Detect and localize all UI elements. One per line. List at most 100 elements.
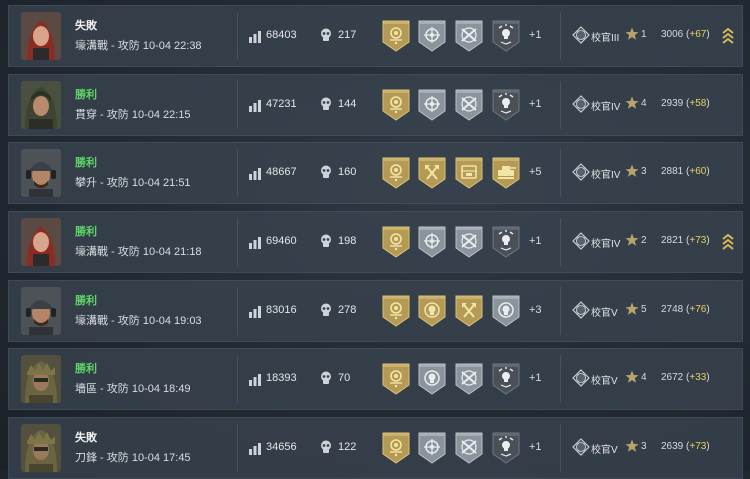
kill-count: 122 (338, 441, 357, 453)
bar-chart-icon (249, 167, 261, 180)
rank-name: 校官V (591, 445, 618, 456)
rank-emblem-icon (572, 163, 590, 181)
rank-rating: 3006 (+67) (661, 29, 710, 40)
rating-delta: +58 (689, 98, 707, 109)
medal-badge-icon[interactable] (492, 89, 520, 121)
skull-icon (320, 440, 332, 454)
match-row[interactable]: 勝利 墻區 - 攻防 10-04 18:49 18393 70 +1 校官V 4 2672 (… (8, 348, 743, 410)
match-row[interactable]: 勝利 貫穿 - 攻防 10-04 22:15 47231 144 +1 校官IV 4 2939… (8, 74, 743, 136)
match-mode-time: 刀鋒 - 攻防 10-04 17:45 (75, 452, 191, 464)
rank-rating: 2939 (+58) (661, 98, 710, 109)
medal-badge-icon[interactable] (455, 20, 483, 52)
match-result: 勝利 (75, 363, 97, 375)
match-row[interactable]: 勝利 攀升 - 攻防 10-04 21:51 48667 160 +5 校官IV 3 2881… (8, 142, 743, 204)
match-result: 失敗 (75, 20, 97, 32)
medal-badge-icon[interactable] (492, 20, 520, 52)
extra-medals-count[interactable]: +1 (529, 441, 542, 453)
medal-badge-icon[interactable] (455, 432, 483, 464)
medal-badge-icon[interactable] (455, 363, 483, 395)
match-mode-time: 攀升 - 攻防 10-04 21:51 (75, 177, 191, 189)
medal-badge-icon[interactable] (492, 226, 520, 258)
medal-badge-icon[interactable] (382, 20, 410, 52)
medal-badge-icon[interactable] (455, 89, 483, 121)
medal-badge-icon[interactable] (382, 89, 410, 121)
divider (560, 424, 561, 472)
rank-emblem-icon (572, 369, 590, 387)
medal-badge-icon[interactable] (382, 226, 410, 258)
medal-badge-icon[interactable] (382, 295, 410, 327)
star-icon (625, 302, 639, 316)
bar-chart-icon (249, 99, 261, 112)
extra-medals-count[interactable]: +1 (529, 29, 542, 41)
divider (560, 218, 561, 266)
rank-tier: 1 (641, 29, 647, 40)
rank-name: 校官V (591, 376, 618, 387)
medal-badge-icon[interactable] (418, 363, 446, 395)
extra-medals-count[interactable]: +1 (529, 372, 542, 384)
match-result: 失敗 (75, 432, 97, 444)
medal-badge-icon[interactable] (455, 295, 483, 327)
extra-medals-count[interactable]: +5 (529, 166, 542, 178)
rating-delta: +73 (689, 441, 707, 452)
extra-medals-count[interactable]: +1 (529, 98, 542, 110)
rank-name: 校官IV (591, 102, 621, 113)
rating-delta: +60 (689, 166, 707, 177)
medal-badge-icon[interactable] (418, 157, 446, 189)
match-row[interactable]: 失敗 壕溝戰 - 攻防 10-04 22:38 68403 217 +1 校官III 1 30… (8, 5, 743, 67)
bar-chart-icon (249, 442, 261, 455)
medal-badge-icon[interactable] (382, 432, 410, 464)
player-avatar (21, 424, 61, 472)
rank-tier: 4 (641, 372, 647, 383)
divider (237, 287, 238, 335)
medal-badge-icon[interactable] (418, 226, 446, 258)
medal-badge-icon[interactable] (492, 157, 520, 189)
rating-delta: +76 (689, 304, 707, 315)
skull-icon (320, 234, 332, 248)
rank-emblem-icon (572, 26, 590, 44)
rating-delta: +73 (689, 235, 707, 246)
match-row[interactable]: 勝利 壕溝戰 - 攻防 10-04 21:18 69460 198 +1 校官IV 2 282… (8, 211, 743, 273)
rank-emblem-icon (572, 301, 590, 319)
medal-badge-icon[interactable] (418, 89, 446, 121)
medal-badge-icon[interactable] (492, 363, 520, 395)
match-score: 83016 (266, 304, 297, 316)
star-icon (625, 27, 639, 41)
match-mode-time: 墻區 - 攻防 10-04 18:49 (75, 383, 191, 395)
divider (237, 355, 238, 403)
rank-emblem-icon (572, 232, 590, 250)
medal-badge-icon[interactable] (492, 432, 520, 464)
match-score: 18393 (266, 372, 297, 384)
divider (237, 218, 238, 266)
star-icon (625, 164, 639, 178)
medal-badge-icon[interactable] (418, 20, 446, 52)
match-mode-time: 壕溝戰 - 攻防 10-04 22:38 (75, 40, 202, 52)
extra-medals-count[interactable]: +3 (529, 304, 542, 316)
player-avatar (21, 149, 61, 197)
rank-rating: 2821 (+73) (661, 235, 710, 246)
medal-badge-icon[interactable] (492, 295, 520, 327)
match-score: 34656 (266, 441, 297, 453)
match-row[interactable]: 勝利 壕溝戰 - 攻防 10-04 19:03 83016 278 +3 校官V 5 2748… (8, 280, 743, 342)
bar-chart-icon (249, 373, 261, 386)
rank-tier: 3 (641, 441, 647, 452)
rank-name: 校官IV (591, 239, 621, 250)
medal-badge-icon[interactable] (455, 157, 483, 189)
bar-chart-icon (249, 236, 261, 249)
rank-rating: 2748 (+76) (661, 304, 710, 315)
rating-delta: +67 (689, 29, 707, 40)
divider (237, 424, 238, 472)
rating-delta: +33 (689, 372, 707, 383)
divider (237, 149, 238, 197)
player-avatar (21, 12, 61, 60)
medal-badge-icon[interactable] (418, 295, 446, 327)
match-result: 勝利 (75, 89, 97, 101)
extra-medals-count[interactable]: +1 (529, 235, 542, 247)
skull-icon (320, 97, 332, 111)
medal-badge-icon[interactable] (382, 363, 410, 395)
rank-emblem-icon (572, 438, 590, 456)
medal-badge-icon[interactable] (455, 226, 483, 258)
medal-badge-icon[interactable] (418, 432, 446, 464)
medal-badge-icon[interactable] (382, 157, 410, 189)
match-score: 68403 (266, 29, 297, 41)
rank-tier: 3 (641, 166, 647, 177)
